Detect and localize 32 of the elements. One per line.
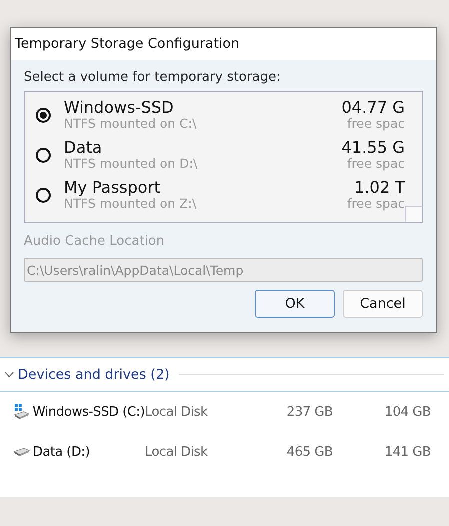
- mount-text: NTFS mounted on C:\: [64, 116, 197, 130]
- total-size: 465 GB: [286, 444, 333, 460]
- cache-label: Audio Cache Location: [24, 234, 166, 249]
- mount-text: NTFS mounted on D:\: [64, 156, 198, 170]
- free-space: 104 GB: [384, 404, 431, 420]
- drive-type: Local Disk: [145, 444, 209, 460]
- ok-button[interactable]: OK: [255, 290, 335, 318]
- drive-type: Local Disk: [145, 404, 209, 420]
- free-space-label: free spac: [347, 156, 405, 170]
- free-space: 141 GB: [384, 444, 431, 460]
- free-space-label: free spac: [347, 116, 405, 130]
- volume-name: Data: [64, 140, 104, 157]
- drive-icon: [14, 404, 30, 420]
- volume-size: 1.02 T: [354, 180, 405, 197]
- group-title[interactable]: Devices and drives (2): [18, 366, 170, 382]
- radio-button[interactable]: [36, 148, 51, 162]
- volume-size: 04.77 G: [342, 100, 405, 117]
- prompt-text: Select a volume for temporary storage:: [24, 70, 282, 85]
- drive-name[interactable]: Windows-SSD (C:): [32, 404, 145, 420]
- cancel-button[interactable]: Cancel: [343, 290, 423, 318]
- total-size: 237 GB: [286, 404, 333, 420]
- mount-text: NTFS mounted on Z:\: [64, 196, 197, 210]
- volume-name: Windows-SSD: [64, 100, 175, 117]
- radio-button[interactable]: [36, 108, 51, 122]
- window-title: Temporary Storage Configuration: [15, 36, 240, 52]
- volume-name: My Passport: [64, 180, 162, 197]
- chevron-icon[interactable]: [5, 372, 14, 378]
- drive-icon: [14, 448, 30, 456]
- free-space-label: free spac: [347, 196, 405, 210]
- drive-name[interactable]: Data (D:): [33, 444, 90, 460]
- radio-button[interactable]: [36, 188, 51, 202]
- volume-size: 41.55 G: [342, 140, 405, 157]
